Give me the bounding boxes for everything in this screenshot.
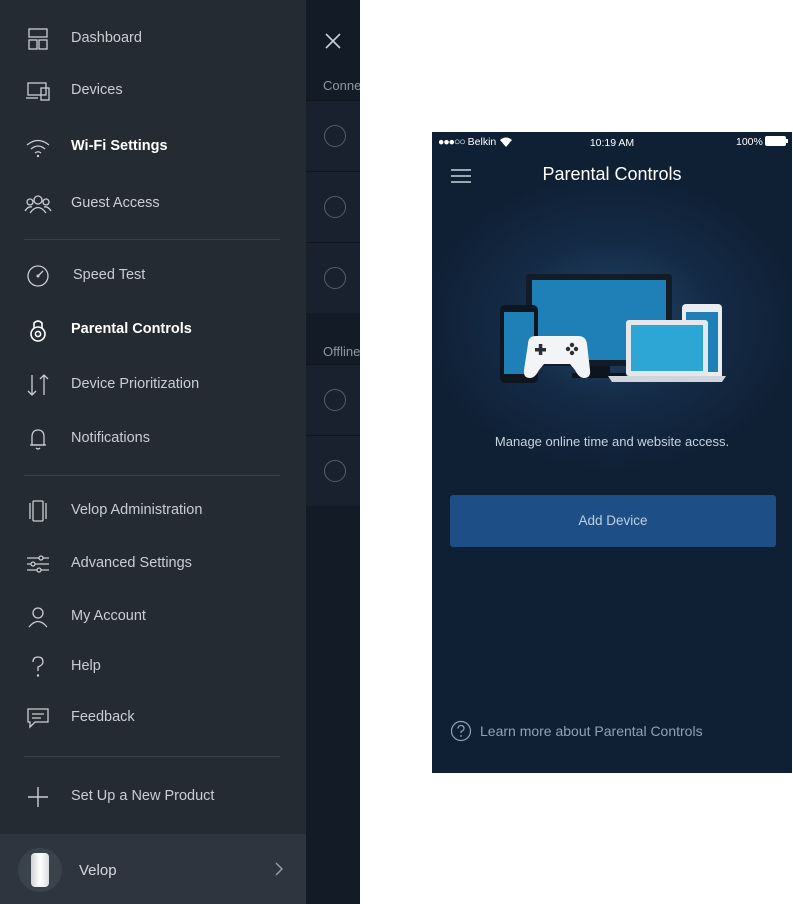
device-radio[interactable] <box>324 125 346 147</box>
sliders-icon <box>27 555 49 573</box>
menu-item-speed-test[interactable]: Speed Test <box>0 256 306 296</box>
menu-divider <box>24 756 280 757</box>
speed-test-icon <box>27 265 49 287</box>
side-menu-screenshot: Conne Offline Dashboard Devices Wi-Fi Se… <box>0 0 360 904</box>
offline-heading: Offline <box>323 344 360 359</box>
device-radio[interactable] <box>324 267 346 289</box>
plus-icon <box>28 787 48 807</box>
velop-node-avatar <box>18 848 62 892</box>
device-radio[interactable] <box>324 389 346 411</box>
velop-node-label: Velop <box>79 862 117 879</box>
menu-item-velop-administration[interactable]: Velop Administration <box>0 491 306 531</box>
parental-controls-phone-screen: ●●●○○ Belkin 10:19 AM 100% Parental Cont… <box>432 132 792 773</box>
battery-icon <box>764 136 788 146</box>
help-circle-icon <box>450 720 472 742</box>
device-radio[interactable] <box>324 196 346 218</box>
add-device-label: Add Device <box>578 513 648 528</box>
wifi-icon <box>26 139 50 158</box>
side-menu: Dashboard Devices Wi-Fi Settings Guest A… <box>0 0 306 904</box>
bell-icon <box>30 429 46 450</box>
velop-admin-icon <box>29 500 47 522</box>
menu-item-parental-controls[interactable]: Parental Controls <box>0 310 306 350</box>
battery-percent: 100% <box>736 136 763 148</box>
device-radio[interactable] <box>324 460 346 482</box>
chevron-right-icon <box>275 862 283 876</box>
velop-node-image <box>31 853 49 887</box>
add-device-button[interactable]: Add Device <box>450 495 776 547</box>
close-icon[interactable] <box>323 31 343 51</box>
menu-item-help[interactable]: Help <box>0 647 306 687</box>
status-bar: ●●●○○ Belkin 10:19 AM 100% <box>432 132 792 154</box>
question-icon <box>32 656 44 677</box>
feedback-icon <box>27 708 49 729</box>
menu-item-feedback[interactable]: Feedback <box>0 698 306 738</box>
connected-heading: Conne <box>323 78 360 93</box>
device-row[interactable] <box>306 435 360 506</box>
guest-access-icon <box>24 195 52 214</box>
menu-divider <box>24 239 280 240</box>
menu-item-my-account[interactable]: My Account <box>0 597 306 637</box>
battery-status: 100% <box>736 136 789 148</box>
menu-divider <box>24 475 280 476</box>
menu-item-wifi-settings[interactable]: Wi-Fi Settings <box>0 127 306 167</box>
device-row[interactable] <box>306 171 360 242</box>
menu-item-set-up-new-product[interactable]: Set Up a New Product <box>0 777 306 817</box>
menu-item-advanced-settings[interactable]: Advanced Settings <box>0 544 306 584</box>
device-row[interactable] <box>306 242 360 313</box>
device-row[interactable] <box>306 364 360 435</box>
parental-controls-icon <box>30 320 46 342</box>
prioritization-icon <box>27 374 49 396</box>
devices-icon <box>26 82 50 101</box>
menu-item-notifications[interactable]: Notifications <box>0 419 306 459</box>
menu-item-device-prioritization[interactable]: Device Prioritization <box>0 365 306 405</box>
page-title: Parental Controls <box>542 164 682 184</box>
velop-node-selector[interactable]: Velop <box>0 834 306 904</box>
dashboard-icon <box>28 28 48 50</box>
menu-item-devices[interactable]: Devices <box>0 71 306 111</box>
menu-item-guest-access[interactable]: Guest Access <box>0 184 306 224</box>
devices-illustration <box>500 274 726 383</box>
device-list-background: Conne Offline <box>306 0 360 904</box>
learn-more-text: Learn more about Parental Controls <box>480 723 703 739</box>
menu-item-dashboard[interactable]: Dashboard <box>0 19 306 59</box>
account-icon <box>28 607 48 628</box>
page-description: Manage online time and website access. <box>494 434 730 449</box>
device-row[interactable] <box>306 100 360 171</box>
